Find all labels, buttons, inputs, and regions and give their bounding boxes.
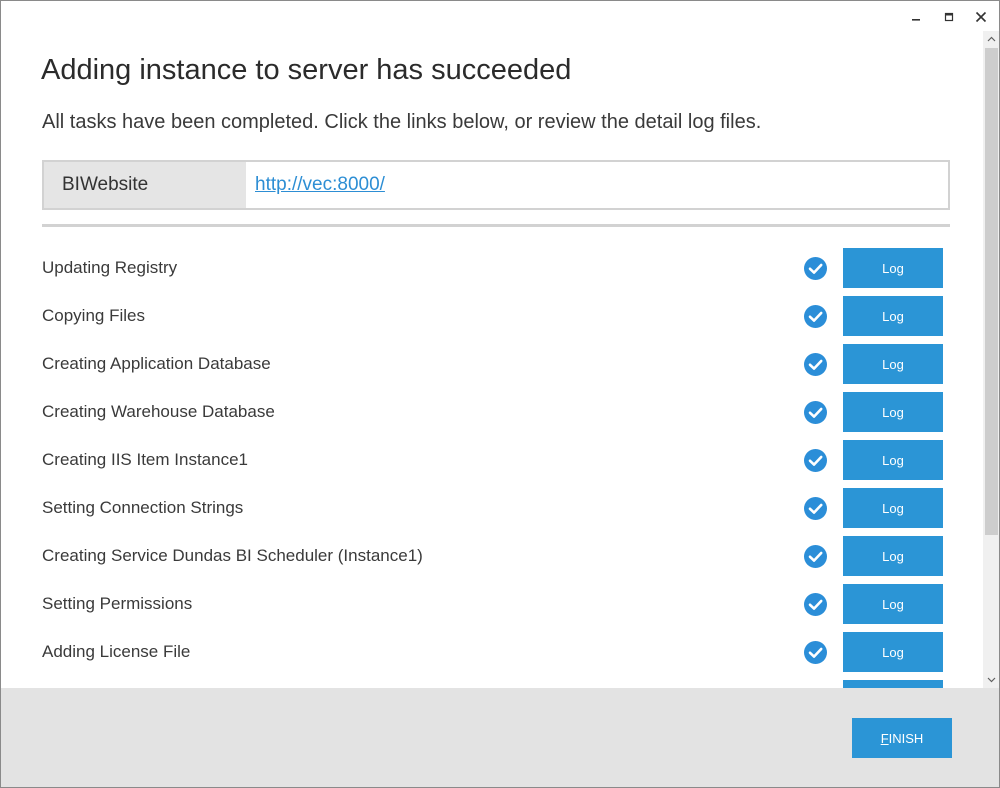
task-label: Setting Connection Strings	[42, 498, 244, 517]
close-icon	[975, 11, 987, 23]
website-link-box: BIWebsite http://vec:8000/	[42, 160, 950, 210]
website-label: BIWebsite	[44, 162, 246, 208]
check-circle-icon	[804, 353, 827, 376]
task-label: Creating IIS Item Instance1	[42, 450, 248, 469]
chevron-down-icon	[987, 677, 996, 683]
log-button[interactable]: Log	[843, 344, 943, 384]
task-row: Updating Registry Log	[1, 248, 983, 288]
maximize-button[interactable]	[938, 7, 960, 27]
task-row: Creating IIS Item Instance1 Log	[1, 440, 983, 480]
task-row: Copying Files Log	[1, 296, 983, 336]
task-label: Creating Application Database	[42, 354, 271, 373]
task-list: Updating Registry Log Copying Files Log Crea…	[1, 229, 983, 689]
task-row: Adding License File Log	[1, 632, 983, 672]
finish-mnemonic: F	[880, 730, 889, 746]
check-circle-icon	[804, 257, 827, 280]
log-button[interactable]: Log	[843, 248, 943, 288]
scroll-up-button[interactable]	[983, 31, 999, 47]
maximize-icon	[944, 12, 954, 22]
scroll-thumb[interactable]	[985, 48, 998, 535]
finish-button[interactable]: F INISH	[852, 718, 952, 758]
task-label: Copying Files	[42, 306, 145, 325]
check-circle-icon	[804, 449, 827, 472]
task-label: Creating Warehouse Database	[42, 402, 275, 421]
check-circle-icon	[804, 593, 827, 616]
close-button[interactable]	[970, 7, 992, 27]
page-title: Adding instance to server has succeeded	[41, 54, 572, 86]
log-button[interactable]: Log	[843, 296, 943, 336]
log-button[interactable]: Log	[843, 536, 943, 576]
check-circle-icon	[804, 401, 827, 424]
website-url-link[interactable]: http://vec:8000/	[246, 162, 385, 208]
installer-window: Adding instance to server has succeeded …	[0, 0, 1000, 788]
task-row: Creating Service Dundas BI Scheduler (In…	[1, 536, 983, 576]
log-button[interactable]: Log	[843, 632, 943, 672]
minimize-button[interactable]	[905, 7, 927, 27]
log-button[interactable]: Log	[843, 440, 943, 480]
check-circle-icon	[804, 305, 827, 328]
footer-bar: F INISH	[1, 688, 999, 787]
check-circle-icon	[804, 545, 827, 568]
log-button[interactable]: Log	[843, 584, 943, 624]
task-row: Setting Connection Strings Log	[1, 488, 983, 528]
page-subtitle: All tasks have been completed. Click the…	[42, 111, 762, 133]
task-row: Setting Permissions Log	[1, 584, 983, 624]
task-label: Adding License File	[42, 642, 191, 661]
chevron-up-icon	[987, 36, 996, 42]
task-row: Creating Warehouse Database Log	[1, 392, 983, 432]
divider	[42, 224, 950, 227]
task-label: Setting Permissions	[42, 594, 193, 613]
finish-label: INISH	[888, 730, 924, 746]
minimize-icon	[912, 19, 920, 21]
log-button[interactable]: Log	[843, 488, 943, 528]
task-row: Creating Application Database Log	[1, 344, 983, 384]
task-label: Creating Service Dundas BI Scheduler (In…	[42, 546, 423, 565]
vertical-scrollbar[interactable]	[983, 31, 999, 688]
check-circle-icon	[804, 641, 827, 664]
check-circle-icon	[804, 497, 827, 520]
task-label: Updating Registry	[42, 258, 178, 277]
scroll-down-button[interactable]	[983, 672, 999, 688]
log-button[interactable]: Log	[843, 392, 943, 432]
